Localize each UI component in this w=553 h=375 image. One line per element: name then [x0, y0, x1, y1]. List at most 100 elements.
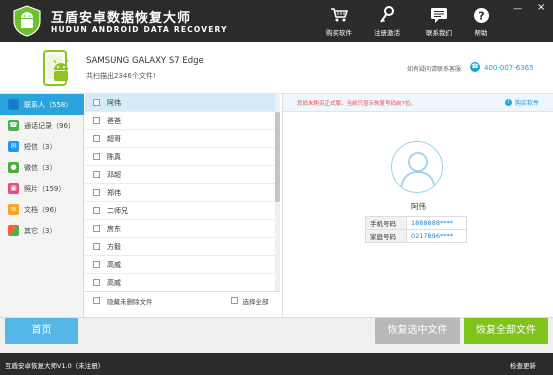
select-all-label: 选择全部	[242, 297, 269, 306]
scan-count: 共扫描出2346个文件!	[86, 72, 156, 80]
sidebar-item-label: 通话记录（96）	[24, 121, 75, 130]
info-icon: i	[505, 99, 512, 106]
contact-name: 高威	[107, 260, 121, 269]
home-button[interactable]: 首页	[5, 318, 78, 344]
scroll-thumb[interactable]	[275, 112, 280, 202]
list-item[interactable]: 二师兄	[85, 202, 277, 220]
checkbox[interactable]	[93, 189, 100, 196]
list-item[interactable]: 超哥	[85, 130, 277, 148]
chat-icon	[431, 7, 447, 23]
checkbox[interactable]	[93, 207, 100, 214]
contact-name: 陈真	[107, 152, 121, 161]
trial-notice: 您尚未购买正式版，当前只显示恢复号码前7位。	[297, 101, 417, 107]
contact-detail-name: 阿伟	[411, 202, 426, 211]
checkbox[interactable]	[93, 99, 100, 106]
list-item[interactable]: 陈真	[85, 148, 277, 166]
list-footer: 隐藏未删除文件 选择全部	[85, 291, 280, 309]
recover-selected-button[interactable]: 恢复选中文件	[375, 318, 460, 344]
app-subtitle: HUDUN ANDROID DATA RECOVERY	[51, 25, 228, 34]
list-item[interactable]: 房东	[85, 220, 277, 238]
sidebar-item-sms[interactable]: ✉ 短信（3）	[0, 136, 84, 157]
checkbox[interactable]	[93, 243, 100, 250]
buy-link[interactable]: i 购买软件	[505, 98, 539, 107]
key-icon	[380, 6, 394, 23]
contact-detail-panel: 您尚未购买正式版，当前只显示恢复号码前7位。 i 购买软件 阿伟 手机号码 18…	[282, 94, 553, 317]
category-sidebar: 👤 联系人（558） ☎ 通话记录（96） ✉ 短信（3） ● 微信（3） ▣ …	[0, 94, 84, 317]
cart-icon	[331, 8, 348, 22]
sidebar-item-label: 照片（159）	[24, 184, 66, 193]
sidebar-item-documents[interactable]: ≡ 文档（96）	[0, 199, 84, 220]
help-label: 帮助	[474, 29, 488, 37]
select-all-checkbox[interactable]	[230, 297, 238, 304]
contact-us-label: 联系我们	[426, 29, 452, 37]
minimize-button[interactable]: —	[513, 4, 522, 14]
wechat-icon: ●	[8, 162, 19, 173]
sidebar-item-calls[interactable]: ☎ 通话记录（96）	[0, 115, 84, 136]
close-button[interactable]: ×	[537, 2, 545, 13]
sidebar-item-label: 文档（96）	[24, 205, 61, 214]
checkbox[interactable]	[93, 153, 100, 160]
person-icon	[400, 152, 436, 189]
sidebar-item-label: 微信（3）	[24, 163, 57, 172]
phone-icon: ☎	[470, 62, 480, 72]
phone-icon: ☎	[8, 120, 19, 131]
photo-icon: ▣	[8, 183, 19, 194]
version-text: 互盾安卓恢复大师V1.0（未注册）	[5, 362, 105, 370]
device-name: SAMSUNG GALAXY S7 Edge	[86, 56, 204, 66]
notice-bar: 您尚未购买正式版，当前只显示恢复号码前7位。 i 购买软件	[283, 94, 553, 112]
contacts-icon: 👤	[8, 99, 19, 110]
contact-name: 高威	[107, 278, 121, 287]
avatar	[391, 141, 443, 193]
register-button[interactable]: 注册激活	[365, 6, 409, 37]
list-item[interactable]: 郑伟	[85, 184, 277, 202]
hide-undeleted-label: 隐藏未删除文件	[107, 297, 153, 306]
sidebar-item-label: 其它（3）	[24, 226, 57, 235]
checkbox[interactable]	[93, 117, 100, 124]
device-info-panel: SAMSUNG GALAXY S7 Edge 共扫描出2346个文件! 如有疑问…	[0, 42, 553, 94]
sidebar-item-contacts[interactable]: 👤 联系人（558）	[0, 94, 84, 115]
contact-name: 阿伟	[107, 98, 121, 107]
checkbox[interactable]	[93, 225, 100, 232]
message-icon: ✉	[8, 141, 19, 152]
register-label: 注册激活	[374, 29, 400, 37]
title-bar: 互盾安卓数据恢复大师 HUDUN ANDROID DATA RECOVERY 购…	[0, 0, 553, 42]
buy-software-button[interactable]: 购买软件	[317, 6, 361, 37]
list-item[interactable]: 方毅	[85, 238, 277, 256]
contact-info-table: 手机号码 1888888**** 家庭号码 0217896****	[365, 216, 467, 243]
contact-list: 阿伟 爸爸 超哥 陈真 邓超 郑伟 二师兄 房东 方毅 高威 高威	[85, 94, 280, 291]
list-item[interactable]: 阿伟	[85, 94, 277, 112]
help-icon: ?	[473, 7, 489, 23]
checkbox[interactable]	[93, 171, 100, 178]
sidebar-item-label: 短信（3）	[24, 142, 57, 151]
recover-all-button[interactable]: 恢复全部文件	[464, 318, 548, 344]
contact-us-button[interactable]: 联系我们	[417, 6, 461, 37]
list-item[interactable]: 高威	[85, 274, 277, 291]
list-item[interactable]: 爸爸	[85, 112, 277, 130]
field-value: 0217896****	[406, 229, 467, 243]
list-item[interactable]: 邓超	[85, 166, 277, 184]
list-scrollbar[interactable]	[275, 94, 280, 291]
hide-undeleted-checkbox[interactable]	[93, 297, 100, 304]
list-item[interactable]: 高威	[85, 256, 277, 274]
table-row: 手机号码 1888888****	[365, 216, 467, 230]
contact-name: 郑伟	[107, 188, 121, 197]
contact-name: 超哥	[107, 134, 121, 143]
document-icon: ≡	[8, 204, 19, 215]
support-phone: 400-007-6365	[484, 64, 534, 72]
support-label: 如有疑问请联系客服:	[407, 66, 464, 73]
field-key: 家庭号码	[365, 229, 407, 243]
app-title: 互盾安卓数据恢复大师	[51, 11, 192, 26]
table-row: 家庭号码 0217896****	[365, 229, 467, 243]
checkbox[interactable]	[93, 279, 100, 286]
svg-text:?: ?	[478, 9, 484, 22]
contact-name: 爸爸	[107, 116, 121, 125]
sidebar-item-other[interactable]: 其它（3）	[0, 220, 84, 241]
sidebar-item-wechat[interactable]: ● 微信（3）	[0, 157, 84, 178]
app-logo-icon	[13, 5, 41, 37]
android-phone-icon	[43, 50, 69, 86]
checkbox[interactable]	[93, 135, 100, 142]
help-button[interactable]: ? 帮助	[459, 6, 503, 37]
sidebar-item-photos[interactable]: ▣ 照片（159）	[0, 178, 84, 199]
check-update-link[interactable]: 检查更新	[510, 360, 536, 370]
checkbox[interactable]	[93, 261, 100, 268]
